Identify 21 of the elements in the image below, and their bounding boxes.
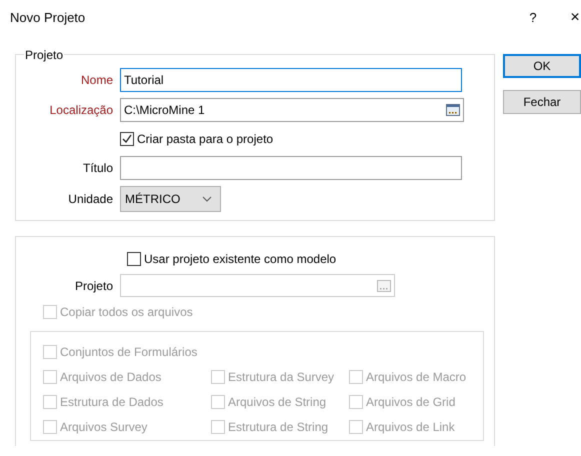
- dialog-button[interactable]: OK: [503, 54, 581, 78]
- input-field[interactable]: Tutorial: [120, 68, 462, 92]
- field-label: Localização: [50, 102, 113, 119]
- help-button[interactable]: ?: [521, 8, 545, 28]
- field-label: Unidade: [68, 191, 113, 208]
- field-label: Nome: [80, 72, 113, 89]
- field-label: Projeto: [74, 278, 113, 294]
- path-field[interactable]: C:\MicroMine 1: [120, 98, 464, 122]
- close-button[interactable]: ×: [569, 10, 581, 26]
- checkbox[interactable]: [127, 252, 141, 266]
- unit-dropdown[interactable]: MÉTRICO: [120, 186, 221, 212]
- checkbox-label[interactable]: Usar projeto existente como modelo: [144, 250, 336, 268]
- dialog-button[interactable]: Fechar: [503, 90, 581, 114]
- checkbox-label[interactable]: Criar pasta para o projeto: [137, 130, 274, 148]
- checkbox[interactable]: [120, 132, 134, 146]
- input-field[interactable]: [120, 156, 462, 180]
- check-icon: [121, 133, 133, 145]
- chevron-down-icon: [202, 196, 212, 202]
- window-title: Novo Projeto: [10, 9, 86, 28]
- browse-icon[interactable]: [446, 104, 460, 116]
- field-label: Título: [82, 160, 113, 177]
